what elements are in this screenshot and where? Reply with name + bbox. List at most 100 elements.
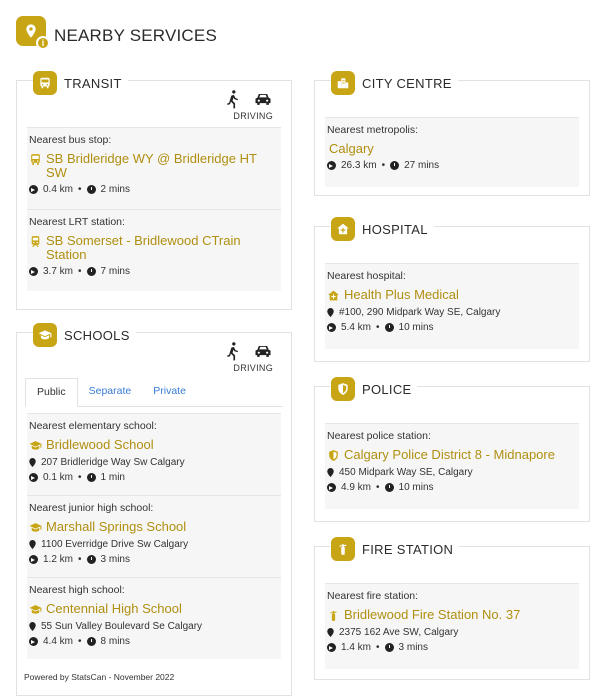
fire-extinguisher-icon	[331, 537, 355, 561]
bus-icon	[33, 71, 57, 95]
car-icon[interactable]	[253, 341, 273, 361]
page-title: NEARBY SERVICES	[54, 26, 217, 45]
fire-station-card: FIRE STATION Nearest fire station: Bridl…	[314, 537, 590, 680]
walking-icon[interactable]	[223, 89, 243, 109]
address: 207 Bridleridge Way Sw Calgary	[29, 457, 281, 468]
travel-stats: 4.4 km • 8 mins	[29, 636, 281, 647]
list-item: Nearest junior high school: Marshall Spr…	[27, 495, 281, 577]
schools-card: SCHOOLS DRIVING Public Separate Private …	[16, 323, 292, 696]
clock-icon	[384, 483, 394, 492]
police-card: POLICE Nearest police station: Calgary P…	[314, 377, 590, 522]
graduation-cap-icon	[29, 441, 42, 450]
bus-icon	[31, 154, 40, 165]
page-header: i NEARBY SERVICES	[16, 16, 217, 50]
list-item: Nearest high school: Centennial High Sch…	[27, 577, 281, 659]
map-pin-icon	[327, 308, 334, 317]
transit-card: TRANSIT DRIVING Nearest bus stop: SB Bri…	[16, 71, 292, 310]
hospital-icon	[331, 217, 355, 241]
travel-stats: 5.4 km • 10 mins	[327, 322, 579, 333]
shield-icon	[331, 377, 355, 401]
entry-label: Nearest elementary school:	[29, 420, 157, 432]
tab-public[interactable]: Public	[25, 378, 78, 407]
address: 1100 Everridge Drive Sw Calgary	[29, 539, 281, 550]
schools-title: SCHOOLS	[64, 327, 130, 343]
travel-stats: 0.1 km • 1 min	[29, 472, 281, 483]
driving-mode-label: DRIVING	[233, 111, 273, 121]
list-item: Nearest fire station: Bridlewood Fire St…	[325, 583, 579, 669]
fire-extinguisher-icon	[330, 611, 337, 621]
distance-icon	[29, 555, 38, 564]
distance-icon	[327, 161, 336, 170]
clock-icon	[384, 323, 394, 332]
clock-icon	[390, 161, 400, 170]
transit-title: TRANSIT	[64, 75, 122, 91]
travel-stats: 3.7 km • 7 mins	[29, 266, 281, 277]
travel-stats: 1.4 km • 3 mins	[327, 642, 579, 653]
police-station-link[interactable]: Calgary Police District 8 - Midnapore	[327, 448, 579, 462]
fire-station-link[interactable]: Bridlewood Fire Station No. 37	[327, 608, 579, 622]
tab-private[interactable]: Private	[142, 378, 197, 406]
entry-label: Nearest bus stop:	[29, 134, 112, 146]
entry-label: Nearest police station:	[327, 430, 431, 442]
police-title: POLICE	[362, 381, 412, 397]
city-centre-card-header: CITY CENTRE	[331, 71, 458, 95]
metropolis-link[interactable]: Calgary	[327, 142, 579, 156]
schools-card-header: SCHOOLS	[33, 323, 136, 347]
travel-modes: DRIVING	[223, 89, 273, 121]
travel-stats: 0.4 km • 2 mins	[29, 184, 281, 195]
lrt-station-link[interactable]: SB Somerset - Bridlewood CTrain Station	[29, 234, 281, 262]
entry-label: Nearest metropolis:	[327, 124, 419, 136]
clock-icon	[86, 473, 96, 482]
hospital-card: HOSPITAL Nearest hospital: Health Plus M…	[314, 217, 590, 362]
powered-by-footer: Powered by StatsCan - November 2022	[24, 672, 175, 682]
transit-card-header: TRANSIT	[33, 71, 128, 95]
map-pin-icon	[29, 458, 36, 467]
junior-high-school-link[interactable]: Marshall Springs School	[29, 520, 281, 534]
city-buildings-icon	[331, 71, 355, 95]
distance-icon	[327, 483, 336, 492]
distance-icon	[29, 267, 38, 276]
address: 2375 162 Ave SW, Calgary	[327, 627, 579, 638]
map-pin-icon	[327, 468, 334, 477]
fire-station-title: FIRE STATION	[362, 541, 454, 557]
address: 55 Sun Valley Boulevard Se Calgary	[29, 621, 281, 632]
entry-label: Nearest fire station:	[327, 590, 419, 602]
location-info-icon: i	[16, 16, 50, 50]
travel-modes: DRIVING	[223, 341, 273, 373]
walking-icon[interactable]	[223, 341, 243, 361]
high-school-link[interactable]: Centennial High School	[29, 602, 281, 616]
list-item: Nearest metropolis: Calgary 26.3 km • 27 …	[325, 117, 579, 187]
clock-icon	[86, 637, 96, 646]
elementary-school-link[interactable]: Bridlewood School	[29, 438, 281, 452]
driving-mode-label: DRIVING	[233, 363, 273, 373]
shield-icon	[329, 450, 338, 461]
hospital-card-header: HOSPITAL	[331, 217, 434, 241]
map-pin-icon	[29, 540, 36, 549]
address: #100, 290 Midpark Way SE, Calgary	[327, 307, 579, 318]
distance-icon	[327, 323, 336, 332]
list-item: Nearest police station: Calgary Police D…	[325, 423, 579, 509]
list-item: Nearest elementary school: Bridlewood Sc…	[27, 413, 281, 495]
entry-label: Nearest junior high school:	[29, 502, 154, 514]
entry-label: Nearest high school:	[29, 584, 125, 596]
clock-icon	[86, 185, 96, 194]
list-item: Nearest LRT station: SB Somerset - Bridl…	[27, 209, 281, 291]
graduation-cap-icon	[29, 523, 42, 532]
graduation-cap-icon	[33, 323, 57, 347]
entry-label: Nearest hospital:	[327, 270, 406, 282]
car-icon[interactable]	[253, 89, 273, 109]
entry-label: Nearest LRT station:	[29, 216, 125, 228]
train-icon	[31, 236, 40, 248]
hospital-icon	[328, 290, 339, 301]
hospital-link[interactable]: Health Plus Medical	[327, 288, 579, 302]
police-card-header: POLICE	[331, 377, 418, 401]
clock-icon	[384, 643, 394, 652]
travel-stats: 4.9 km • 10 mins	[327, 482, 579, 493]
city-centre-card: CITY CENTRE Nearest metropolis: Calgary …	[314, 71, 590, 196]
distance-icon	[327, 643, 336, 652]
map-pin-icon	[327, 628, 334, 637]
travel-stats: 26.3 km • 27 mins	[327, 160, 579, 171]
tab-separate[interactable]: Separate	[78, 378, 143, 406]
city-centre-title: CITY CENTRE	[362, 75, 452, 91]
bus-stop-link[interactable]: SB Bridleridge WY @ Bridleridge HT SW	[29, 152, 281, 180]
